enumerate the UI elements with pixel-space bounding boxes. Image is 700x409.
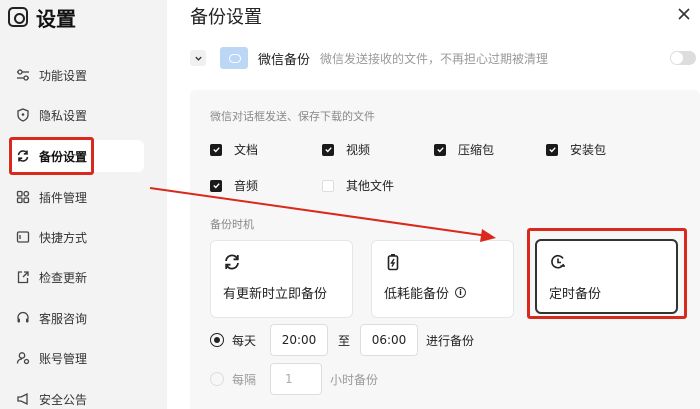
interval-suffix: 小时备份 xyxy=(330,372,379,387)
checkbox-archives[interactable]: 压缩包 xyxy=(434,141,494,158)
user-settings-icon xyxy=(16,351,30,365)
sidebar-item-customer-service[interactable]: 客服咨询 xyxy=(8,302,144,334)
sidebar-item-label: 功能设置 xyxy=(39,68,88,83)
collapse-toggle[interactable] xyxy=(190,50,206,66)
checkbox-label: 视频 xyxy=(346,143,371,157)
sidebar-item-function-settings[interactable]: 功能设置 xyxy=(8,59,144,91)
sidebar-item-label: 隐私设置 xyxy=(39,108,88,123)
checkbox-documents[interactable]: 文档 xyxy=(210,141,258,158)
sidebar-item-check-update[interactable]: 检查更新 xyxy=(8,261,144,293)
battery-icon xyxy=(387,254,399,271)
checkbox-label: 安装包 xyxy=(570,143,607,157)
sidebar: 设置 功能设置 隐私设置 备份设置 插件管理 快捷方式 检查更新 客服咨询 账号… xyxy=(0,0,167,409)
timing-option-label-row: 低耗能备份 i xyxy=(384,283,467,302)
checkbox-other-files[interactable]: 其他文件 xyxy=(322,177,394,194)
checkbox-audio[interactable]: 音频 xyxy=(210,177,258,194)
settings-logo-icon xyxy=(8,7,28,27)
check-icon xyxy=(548,147,556,153)
sidebar-item-label: 客服咨询 xyxy=(39,311,88,326)
checkbox-installers[interactable]: 安装包 xyxy=(546,141,606,158)
interval-hours-input[interactable]: 1 xyxy=(270,363,323,395)
close-icon xyxy=(678,8,690,20)
sidebar-item-security-notice[interactable]: 安全公告 xyxy=(8,383,144,409)
timing-label: 备份时机 xyxy=(210,218,254,231)
checkbox-label: 压缩包 xyxy=(458,143,495,157)
wechat-backup-row: 微信备份 微信发送接收的文件，不再担心过期被清理 xyxy=(190,40,700,76)
checkbox-checked[interactable] xyxy=(210,143,222,156)
headset-icon xyxy=(16,311,30,325)
sidebar-item-label: 安全公告 xyxy=(39,392,88,407)
schedule-interval-row: 每隔 1 小时备份 xyxy=(210,363,378,395)
checkbox-checked[interactable] xyxy=(546,143,558,156)
update-icon xyxy=(16,270,30,284)
timing-option-label: 有更新时立即备份 xyxy=(223,287,328,302)
checkbox-label: 音频 xyxy=(234,179,259,193)
schedule-daily-row: 每天 20:00 至 06:00 进行备份 xyxy=(210,324,474,356)
radio-daily[interactable] xyxy=(210,333,224,347)
highlight-box-scheduled xyxy=(527,228,687,319)
checkbox-videos[interactable]: 视频 xyxy=(322,141,370,158)
sidebar-item-label: 插件管理 xyxy=(39,190,88,205)
start-time-input[interactable]: 20:00 xyxy=(270,324,329,356)
app-title: 设置 xyxy=(8,4,76,31)
page-title: 备份设置 xyxy=(190,7,262,28)
shortcut-icon xyxy=(16,230,30,244)
check-icon xyxy=(212,147,220,153)
timing-option-label: 低耗能备份 xyxy=(384,287,450,302)
info-icon[interactable]: i xyxy=(455,287,467,298)
schedule-suffix: 进行备份 xyxy=(426,333,475,348)
sidebar-item-shortcuts[interactable]: 快捷方式 xyxy=(8,221,144,253)
file-types-label: 微信对话框发送、保存下载的文件 xyxy=(210,110,375,123)
end-time-input[interactable]: 06:00 xyxy=(360,324,419,356)
wechat-backup-title: 微信备份 xyxy=(258,52,311,68)
schedule-interval-label: 每隔 xyxy=(232,372,257,387)
shield-icon xyxy=(16,108,30,122)
timing-option-immediate[interactable]: 有更新时立即备份 xyxy=(210,240,353,318)
schedule-daily-label: 每天 xyxy=(232,333,257,348)
checkbox-checked[interactable] xyxy=(210,179,222,192)
sidebar-item-account-management[interactable]: 账号管理 xyxy=(8,342,144,374)
checkbox-checked[interactable] xyxy=(434,143,446,156)
app-title-text: 设置 xyxy=(36,6,76,31)
sidebar-item-label: 快捷方式 xyxy=(39,230,88,245)
grid-icon xyxy=(16,190,30,204)
check-icon xyxy=(212,183,220,189)
check-icon xyxy=(324,147,332,153)
wechat-backup-toggle[interactable] xyxy=(670,51,696,65)
checkbox-unchecked[interactable] xyxy=(322,179,334,192)
sidebar-item-privacy-settings[interactable]: 隐私设置 xyxy=(8,99,144,131)
checkbox-label: 文档 xyxy=(234,143,259,157)
cloud-folder-icon xyxy=(220,47,248,69)
checkbox-label: 其他文件 xyxy=(346,179,395,193)
sliders-icon xyxy=(16,68,30,82)
refresh-icon xyxy=(225,254,239,270)
chevron-down-icon xyxy=(194,56,202,61)
highlight-box-sidebar xyxy=(9,137,94,175)
megaphone-icon xyxy=(16,392,30,406)
check-icon xyxy=(436,147,444,153)
wechat-backup-description: 微信发送接收的文件，不再担心过期被清理 xyxy=(320,51,549,66)
close-button[interactable] xyxy=(676,6,692,22)
checkbox-checked[interactable] xyxy=(322,143,334,156)
timing-option-low-power[interactable]: 低耗能备份 i xyxy=(371,240,514,318)
sidebar-item-plugin-management[interactable]: 插件管理 xyxy=(8,181,144,213)
sidebar-item-label: 检查更新 xyxy=(39,270,88,285)
radio-interval[interactable] xyxy=(210,372,224,386)
to-label: 至 xyxy=(338,333,351,348)
sidebar-item-label: 账号管理 xyxy=(39,351,88,366)
